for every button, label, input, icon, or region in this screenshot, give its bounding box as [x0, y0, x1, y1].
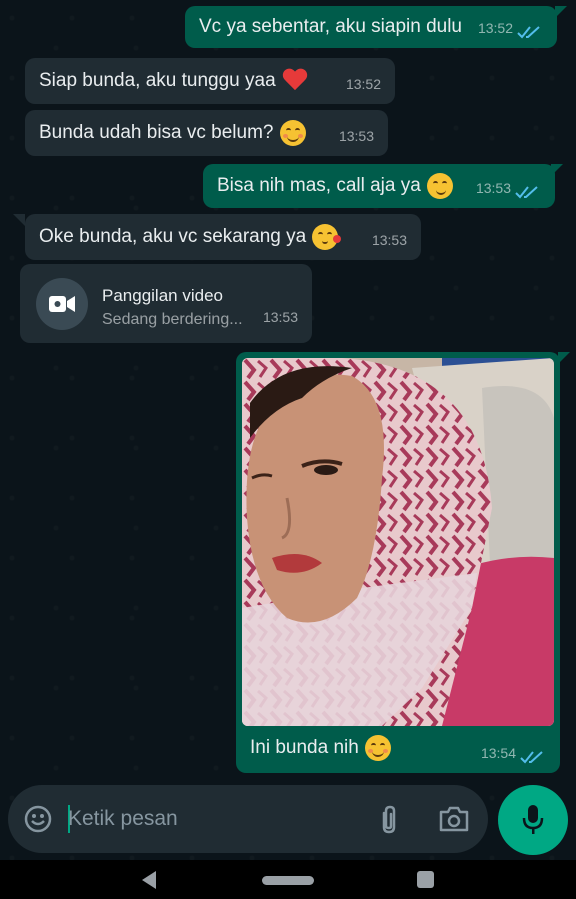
bubble-tail: [13, 214, 25, 226]
emoji-icon[interactable]: [24, 805, 52, 833]
message-input-bar: Ketik pesan: [8, 785, 488, 853]
outgoing-message[interactable]: Bisa nih mas, call aja ya 13:53: [203, 164, 555, 208]
bubble-tail: [558, 352, 570, 364]
video-call-message[interactable]: Panggilan video Sedang berdering... 13:5…: [20, 264, 312, 343]
photo-caption: Ini bunda nih: [250, 735, 391, 761]
message-time: 13:52: [477, 20, 513, 36]
system-navigation-bar: [0, 860, 576, 899]
home-pill-icon[interactable]: [262, 876, 314, 885]
face-blowing-kiss-emoji: [312, 224, 342, 250]
incoming-message[interactable]: Bunda udah bisa vc belum? 13:53: [25, 110, 388, 156]
back-triangle-icon[interactable]: [140, 870, 158, 890]
bubble-tail: [551, 164, 563, 176]
camera-icon[interactable]: [438, 806, 470, 832]
read-ticks-icon: [517, 26, 540, 39]
message-text: Vc ya sebentar, aku siapin dulu: [199, 16, 463, 37]
call-title: Panggilan video: [102, 286, 223, 305]
heart-emoji: [282, 69, 308, 93]
message-text: Oke bunda, aku vc sekarang ya: [39, 224, 342, 250]
call-status: Sedang berdering...: [102, 311, 243, 328]
message-time: 13:53: [371, 232, 407, 248]
outgoing-message[interactable]: Vc ya sebentar, aku siapin dulu 13:52: [185, 6, 557, 48]
smiling-face-emoji: [279, 120, 306, 146]
smirking-face-emoji: [426, 173, 453, 199]
paperclip-icon[interactable]: [378, 805, 400, 835]
message-time: 13:53: [262, 309, 298, 325]
message-time: 13:53: [338, 128, 374, 144]
video-camera-icon: [36, 278, 88, 330]
smiling-face-emoji: [364, 735, 391, 761]
message-time: 13:53: [475, 180, 511, 196]
incoming-message[interactable]: Oke bunda, aku vc sekarang ya 13:53: [25, 214, 421, 260]
bubble-tail: [555, 6, 567, 18]
message-text: Bunda udah bisa vc belum?: [39, 120, 306, 146]
photo-message[interactable]: Ini bunda nih 13:54: [236, 352, 560, 773]
read-ticks-icon: [520, 751, 543, 764]
message-text: Bisa nih mas, call aja ya: [217, 173, 453, 199]
message-time: 13:52: [345, 76, 381, 92]
recents-square-icon[interactable]: [417, 871, 434, 888]
message-text: Siap bunda, aku tunggu yaa: [39, 69, 308, 93]
read-ticks-icon: [515, 186, 538, 199]
microphone-icon: [522, 805, 544, 834]
microphone-button[interactable]: [498, 785, 568, 855]
message-time: 13:54: [480, 745, 516, 761]
photo-image[interactable]: [242, 358, 554, 726]
incoming-message[interactable]: Siap bunda, aku tunggu yaa 13:52: [25, 58, 395, 104]
message-input[interactable]: Ketik pesan: [68, 807, 178, 831]
